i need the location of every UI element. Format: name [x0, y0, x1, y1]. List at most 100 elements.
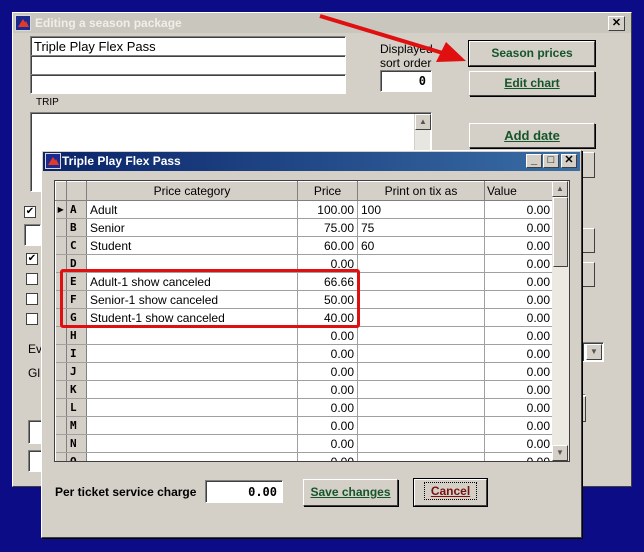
partial-field-2[interactable]: [28, 420, 42, 444]
scroll-up-icon[interactable]: ▲: [415, 114, 431, 130]
sort-order-field[interactable]: 0: [380, 70, 432, 92]
table-row[interactable]: M 0.00 0.00: [55, 416, 554, 435]
category-cell[interactable]: [86, 452, 298, 461]
category-cell[interactable]: [86, 416, 298, 435]
season-prices-button[interactable]: Season prices: [468, 40, 596, 67]
row-code-cell[interactable]: M: [66, 416, 87, 435]
table-row[interactable]: ▶ A Adult 100.00 100 0.00: [55, 200, 554, 219]
print-on-tix-cell[interactable]: [357, 434, 485, 453]
col-header-price[interactable]: Price: [297, 181, 358, 201]
price-cell[interactable]: 0.00: [297, 434, 358, 453]
print-on-tix-cell[interactable]: [357, 308, 485, 327]
value-cell[interactable]: 0.00: [484, 398, 554, 417]
scroll-up-icon[interactable]: ▲: [552, 181, 568, 197]
close-icon[interactable]: ✕: [608, 16, 625, 31]
partial-button-3[interactable]: [582, 262, 595, 287]
table-row[interactable]: L 0.00 0.00: [55, 398, 554, 417]
col-header-print[interactable]: Print on tix as: [357, 181, 485, 201]
row-code-cell[interactable]: I: [66, 344, 87, 363]
print-on-tix-cell[interactable]: [357, 380, 485, 399]
price-cell[interactable]: 75.00: [297, 218, 358, 237]
value-cell[interactable]: 0.00: [484, 236, 554, 255]
category-cell[interactable]: [86, 380, 298, 399]
value-cell[interactable]: 0.00: [484, 434, 554, 453]
table-row[interactable]: J 0.00 0.00: [55, 362, 554, 381]
row-code-cell[interactable]: K: [66, 380, 87, 399]
col-header-value[interactable]: Value: [484, 181, 554, 201]
package-name-field[interactable]: Triple Play Flex Pass: [30, 36, 346, 56]
print-on-tix-cell[interactable]: [357, 362, 485, 381]
col-header-category[interactable]: Price category: [86, 181, 298, 201]
partial-button-4[interactable]: [582, 396, 586, 422]
value-cell[interactable]: 0.00: [484, 254, 554, 273]
print-on-tix-cell[interactable]: [357, 344, 485, 363]
option-checkbox-1[interactable]: ✔: [24, 206, 36, 218]
print-on-tix-cell[interactable]: [357, 254, 485, 273]
print-on-tix-cell[interactable]: [357, 290, 485, 309]
print-on-tix-cell[interactable]: 75: [357, 218, 485, 237]
value-cell[interactable]: 0.00: [484, 326, 554, 345]
row-code-cell[interactable]: N: [66, 434, 87, 453]
print-on-tix-cell[interactable]: [357, 326, 485, 345]
option-checkbox-2[interactable]: ✔: [26, 253, 38, 265]
row-code-cell[interactable]: L: [66, 398, 87, 417]
cancel-button[interactable]: Cancel: [413, 478, 488, 507]
price-cell[interactable]: 0.00: [297, 416, 358, 435]
table-row[interactable]: N 0.00 0.00: [55, 434, 554, 453]
save-changes-button[interactable]: Save changes: [303, 479, 398, 506]
category-cell[interactable]: Senior: [86, 218, 298, 237]
value-cell[interactable]: 0.00: [484, 272, 554, 291]
service-charge-field[interactable]: 0.00: [205, 480, 283, 503]
package-line-2-field[interactable]: [30, 55, 346, 75]
scroll-down-icon[interactable]: ▼: [552, 445, 568, 461]
category-cell[interactable]: [86, 362, 298, 381]
price-cell[interactable]: 0.00: [297, 362, 358, 381]
price-cell[interactable]: 0.00: [297, 344, 358, 363]
price-cell[interactable]: 100.00: [297, 200, 358, 219]
row-code-cell[interactable]: O: [66, 452, 87, 461]
option-checkbox-5[interactable]: [26, 313, 38, 325]
value-cell[interactable]: 0.00: [484, 308, 554, 327]
category-cell[interactable]: [86, 344, 298, 363]
category-cell[interactable]: [86, 326, 298, 345]
value-cell[interactable]: 0.00: [484, 452, 554, 461]
category-cell[interactable]: Adult: [86, 200, 298, 219]
add-date-button[interactable]: Add date: [469, 123, 595, 148]
option-checkbox-4[interactable]: [26, 293, 38, 305]
table-row[interactable]: K 0.00 0.00: [55, 380, 554, 399]
print-on-tix-cell[interactable]: [357, 272, 485, 291]
price-cell[interactable]: 0.00: [297, 326, 358, 345]
partial-dropdown[interactable]: ▼: [582, 342, 604, 362]
partial-button-2[interactable]: [582, 228, 595, 253]
row-code-cell[interactable]: H: [66, 326, 87, 345]
row-code-cell[interactable]: A: [66, 200, 87, 219]
category-cell[interactable]: [86, 434, 298, 453]
row-code-cell[interactable]: C: [66, 236, 87, 255]
value-cell[interactable]: 0.00: [484, 200, 554, 219]
price-cell[interactable]: 0.00: [297, 398, 358, 417]
edit-chart-button[interactable]: Edit chart: [469, 71, 595, 96]
print-on-tix-cell[interactable]: 60: [357, 236, 485, 255]
chevron-down-icon[interactable]: ▼: [586, 344, 602, 360]
minimize-icon[interactable]: _: [526, 154, 542, 168]
table-row[interactable]: H 0.00 0.00: [55, 326, 554, 345]
maximize-icon[interactable]: □: [543, 154, 559, 168]
price-cell[interactable]: 60.00: [297, 236, 358, 255]
table-row[interactable]: C Student 60.00 60 0.00: [55, 236, 554, 255]
table-row[interactable]: B Senior 75.00 75 0.00: [55, 218, 554, 237]
row-code-cell[interactable]: J: [66, 362, 87, 381]
option-checkbox-3[interactable]: [26, 273, 38, 285]
value-cell[interactable]: 0.00: [484, 416, 554, 435]
partial-field[interactable]: [24, 224, 41, 246]
value-cell[interactable]: 0.00: [484, 362, 554, 381]
value-cell[interactable]: 0.00: [484, 218, 554, 237]
table-row[interactable]: O 0.00 0.00: [55, 452, 554, 461]
close-icon[interactable]: ✕: [561, 154, 577, 168]
package-line-3-field[interactable]: [30, 74, 346, 94]
value-cell[interactable]: 0.00: [484, 290, 554, 309]
category-cell[interactable]: Student: [86, 236, 298, 255]
row-code-cell[interactable]: B: [66, 218, 87, 237]
partial-field-3[interactable]: [28, 450, 42, 472]
category-cell[interactable]: [86, 398, 298, 417]
print-on-tix-cell[interactable]: 100: [357, 200, 485, 219]
